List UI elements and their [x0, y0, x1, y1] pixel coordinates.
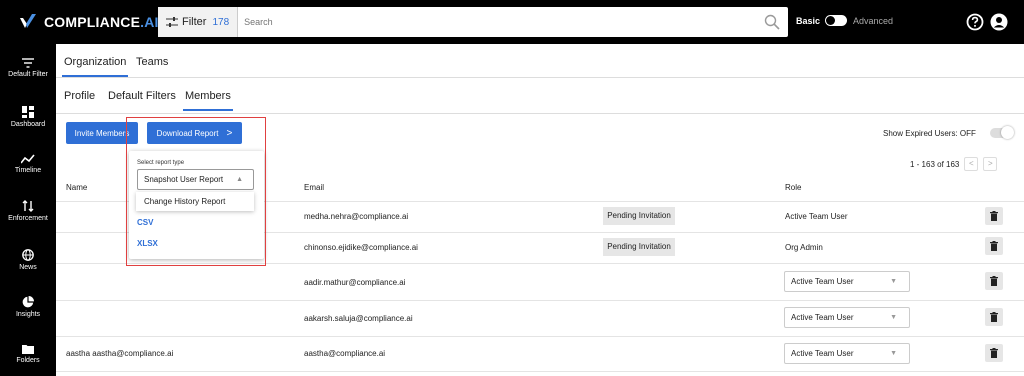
status-badge: Pending Invitation — [603, 238, 675, 256]
sidebar-item-label: Folders — [16, 357, 40, 364]
trash-icon — [990, 348, 998, 358]
search-icon[interactable] — [764, 14, 780, 30]
delete-button[interactable] — [985, 237, 1003, 255]
app-logo[interactable]: COMPLIANCE .AI — [18, 12, 159, 32]
account-icon[interactable] — [990, 13, 1008, 31]
role-select[interactable]: Active Team User ▼ — [784, 271, 910, 292]
sidebar-item-folders[interactable]: Folders — [0, 344, 56, 364]
trash-icon — [990, 276, 998, 286]
search-input[interactable] — [244, 17, 788, 27]
sidebar-item-label: Enforcement — [8, 215, 48, 222]
caret-down-icon: ▼ — [890, 314, 897, 321]
row-email: chinonso.ejidike@compliance.ai — [304, 243, 418, 252]
logo-icon — [20, 14, 36, 28]
mode-switch: Basic Advanced — [796, 15, 893, 26]
dashboard-icon — [22, 106, 34, 118]
help-icon[interactable] — [966, 13, 984, 31]
filter-count: 178 — [212, 16, 230, 28]
primary-tabs: Organization Teams — [56, 44, 1024, 78]
trash-icon — [990, 312, 998, 322]
role-select-value: Active Team User — [791, 313, 854, 322]
secondary-tabs: Profile Default Filters Members — [56, 78, 1024, 114]
mode-advanced-label: Advanced — [853, 15, 894, 26]
role-select-value: Active Team User — [791, 349, 854, 358]
sidebar: Default Filter Dashboard Timeline Enforc… — [0, 44, 56, 376]
delete-button[interactable] — [985, 308, 1003, 326]
row-name: aastha aastha@compliance.ai — [66, 349, 174, 358]
filter-label: Filter — [182, 16, 207, 28]
brand-suffix: .AI — [140, 14, 159, 30]
row-email: aakarsh.saluja@compliance.ai — [304, 314, 413, 323]
show-expired-label: Show Expired Users: OFF — [883, 128, 976, 138]
column-header-role[interactable]: Role — [785, 183, 801, 192]
trash-icon — [990, 211, 998, 221]
sidebar-item-label: Insights — [15, 311, 41, 318]
delete-button[interactable] — [985, 272, 1003, 290]
caret-down-icon: ▼ — [890, 278, 897, 285]
pagination: 1 - 163 of 163 < > — [910, 157, 998, 171]
sidebar-item-news[interactable]: News — [0, 249, 56, 271]
sidebar-item-label: Timeline — [14, 167, 42, 174]
caret-down-icon: ▼ — [890, 350, 897, 357]
sidebar-item-timeline[interactable]: Timeline — [0, 154, 56, 174]
role-select[interactable]: Active Team User ▼ — [784, 343, 910, 364]
sidebar-item-label: News — [19, 264, 37, 271]
row-email: aastha@compliance.ai — [304, 349, 386, 358]
tab-profile[interactable]: Profile — [64, 90, 95, 102]
sidebar-item-insights[interactable]: Insights — [0, 296, 56, 318]
globe-icon — [22, 249, 34, 261]
show-expired-toggle[interactable] — [989, 126, 1014, 139]
pagination-range: 1 - 163 of 163 — [910, 159, 960, 169]
status-badge: Pending Invitation — [603, 207, 675, 225]
sidebar-item-dashboard[interactable]: Dashboard — [0, 106, 56, 128]
highlight-box — [126, 117, 266, 266]
row-email: aadir.mathur@compliance.ai — [304, 278, 406, 287]
prev-page-button[interactable]: < — [964, 157, 979, 171]
row-role: Active Team User — [785, 212, 848, 221]
pie-chart-icon — [22, 296, 34, 308]
search-bar: Filter 178 — [158, 7, 788, 37]
tab-members[interactable]: Members — [183, 90, 233, 111]
mode-basic-label: Basic — [796, 15, 821, 26]
column-header-email[interactable]: Email — [304, 183, 324, 192]
brand-name: COMPLIANCE — [44, 14, 141, 30]
folder-icon — [22, 345, 34, 354]
row-email: medha.nehra@compliance.ai — [304, 212, 409, 221]
sidebar-item-default-filter[interactable]: Default Filter — [0, 58, 56, 78]
timeline-icon — [21, 154, 35, 164]
sliders-icon — [166, 17, 178, 27]
role-select-value: Active Team User — [791, 277, 854, 286]
sidebar-item-label: Default Filter — [8, 71, 48, 78]
divider — [56, 336, 1024, 337]
enforcement-icon — [22, 200, 34, 212]
tab-default-filters[interactable]: Default Filters — [108, 90, 176, 102]
tab-teams[interactable]: Teams — [136, 56, 168, 68]
trash-icon — [990, 241, 998, 251]
show-expired-users: Show Expired Users: OFF — [883, 126, 1014, 139]
row-role: Org Admin — [785, 243, 823, 252]
divider — [56, 300, 1024, 301]
tab-organization[interactable]: Organization — [61, 56, 129, 77]
next-page-button[interactable]: > — [983, 157, 998, 171]
top-bar: COMPLIANCE.AI Filter 178 Basic Advanced — [0, 0, 1024, 44]
delete-button[interactable] — [985, 207, 1003, 225]
column-header-name[interactable]: Name — [66, 183, 87, 192]
delete-button[interactable] — [985, 344, 1003, 362]
filter-button[interactable]: Filter 178 — [158, 7, 239, 37]
sidebar-item-label: Dashboard — [10, 121, 46, 128]
mode-toggle[interactable] — [825, 15, 848, 26]
divider — [56, 371, 1024, 372]
filter-icon — [22, 58, 34, 68]
role-select[interactable]: Active Team User ▼ — [784, 307, 910, 328]
sidebar-item-enforcement[interactable]: Enforcement — [0, 200, 56, 222]
